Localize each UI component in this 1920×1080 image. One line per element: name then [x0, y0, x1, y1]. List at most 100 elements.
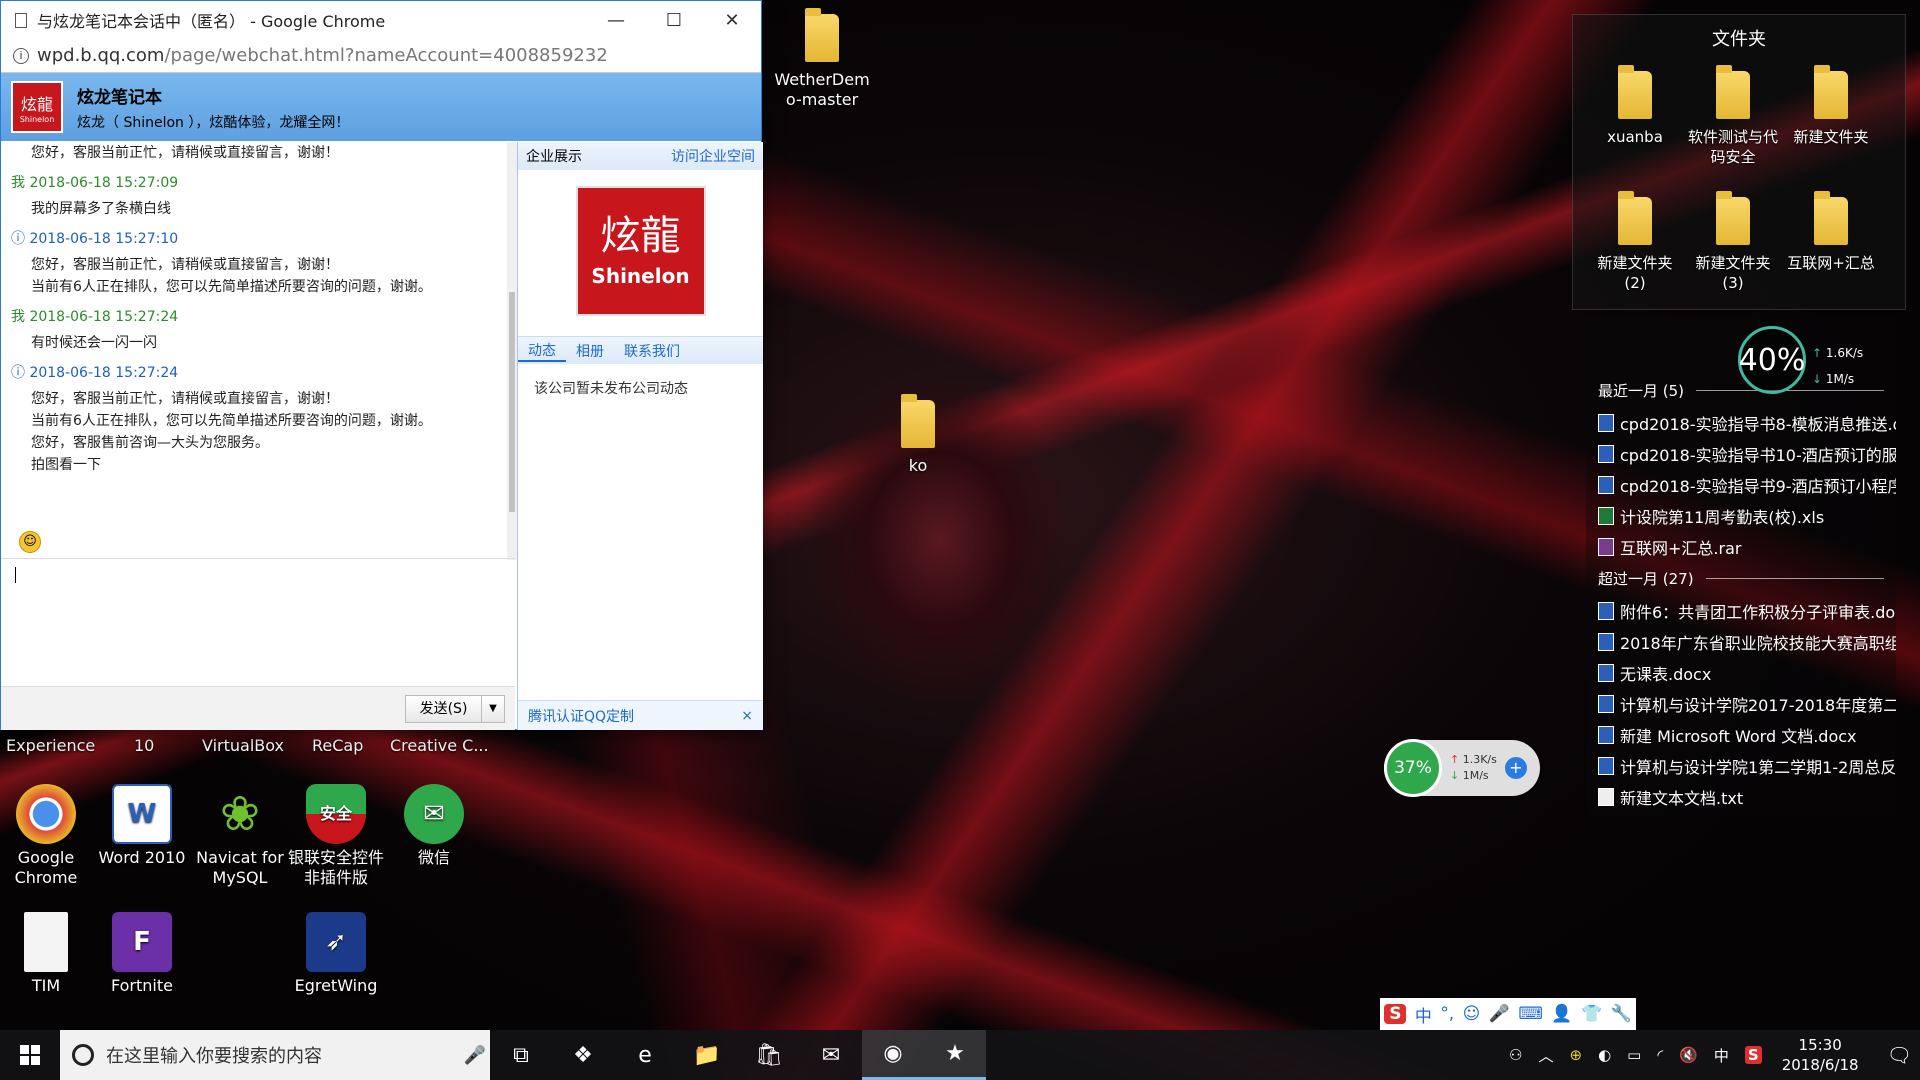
message-text: 拍图看一下 — [31, 457, 101, 473]
chat-scrollbar[interactable] — [507, 142, 517, 560]
vpn-icon[interactable]: ◐ — [1598, 1046, 1611, 1064]
close-button[interactable]: ✕ — [703, 10, 761, 31]
sogou-tray-icon[interactable]: S — [1744, 1046, 1762, 1064]
chrome-window[interactable]: 与炫龙笔记本会话中（匿名） - Google Chrome — ☐ ✕ i wp… — [0, 0, 763, 730]
recent-file-item[interactable]: 附件6：共青团工作积极分子评审表.doc — [1586, 595, 1896, 626]
speed-plus-button[interactable]: + — [1504, 757, 1527, 779]
desktop-icon-fortnite[interactable]: F Fortnite — [94, 912, 190, 996]
chrome-icon — [16, 784, 76, 844]
chevron-down-icon[interactable]: ▼ — [482, 696, 504, 722]
desktop-icon-navicat[interactable]: ❀ Navicat for MySQL — [192, 784, 288, 888]
ime-keyboard-button[interactable]: ⌨ — [1518, 1004, 1543, 1024]
fence-folder[interactable]: 互联网+汇总 — [1783, 191, 1879, 273]
recent-file-name: 附件6：共青团工作积极分子评审表.doc — [1620, 602, 1896, 622]
window-titlebar[interactable]: 与炫龙笔记本会话中（匿名） - Google Chrome — ☐ ✕ — [1, 1, 761, 39]
url-host: wpd.b.qq.com — [37, 45, 165, 66]
doc-file-icon — [1598, 444, 1614, 463]
memory-gauge[interactable]: 40% — [1738, 326, 1806, 394]
speed-widget[interactable]: 37% ↑ 1.3K/s ↓ 1M/s + — [1384, 739, 1540, 797]
sogou-logo-icon[interactable]: S — [1384, 1004, 1407, 1024]
desktop-icon-chrome[interactable]: Google Chrome — [0, 784, 94, 888]
notification-icon[interactable]: 🗨 — [1887, 1043, 1912, 1067]
fence-folder[interactable]: xuanba — [1587, 65, 1683, 147]
wifi-icon[interactable]: ◜ — [1657, 1046, 1663, 1064]
egretwing-icon: ➶ — [306, 912, 366, 972]
battery-icon[interactable]: ▭ — [1627, 1046, 1641, 1064]
chevron-up-icon[interactable]: ︿ — [1538, 1045, 1553, 1066]
clock[interactable]: 15:30 2018/6/18 — [1782, 1035, 1859, 1075]
recent-file-item[interactable]: 计算机与设计学院2017-2018年度第二... — [1586, 688, 1896, 719]
pinwheel-app-icon[interactable]: ❖ — [552, 1030, 614, 1080]
fence-folder[interactable]: 新建文件夹 (3) — [1685, 191, 1781, 293]
ime-lang-button[interactable]: 中 — [1415, 1002, 1432, 1027]
message-header: 我 2018-06-18 15:27:09 — [11, 172, 507, 192]
store-icon[interactable]: 🛍 — [738, 1030, 800, 1080]
folder-icon — [1618, 191, 1652, 245]
send-button[interactable]: 发送(S) ▼ — [405, 695, 505, 723]
input-language[interactable]: 中 — [1714, 1045, 1729, 1066]
tab-album[interactable]: 相册 — [566, 341, 614, 361]
desktop-icon-word[interactable]: W Word 2010 — [94, 784, 190, 868]
ime-toolbar[interactable]: S 中 °, ☺ 🎤 ⌨ 👤 👕 🔧 — [1380, 998, 1636, 1030]
desktop-folder-ko[interactable]: ko — [870, 394, 966, 476]
ime-voice-button[interactable]: 🎤 — [1489, 1004, 1510, 1024]
message-input[interactable] — [1, 558, 515, 686]
divider — [1705, 578, 1884, 579]
recent-file-item[interactable]: cpd2018-实验指导书10-酒店预订的服... — [1586, 438, 1896, 469]
tab-news[interactable]: 动态 — [518, 340, 566, 362]
recent-group-header[interactable]: 超过一月 (27) — [1586, 562, 1896, 595]
close-icon[interactable]: × — [741, 708, 753, 724]
fence-folder[interactable]: 新建文件夹 (2) — [1587, 191, 1683, 293]
desktop-fence[interactable]: 文件夹 xuanba 软件测试与代码安全 新建文件夹 新建文件夹 (2) 新建文… — [1572, 14, 1906, 310]
info-icon[interactable]: i — [13, 47, 29, 64]
desktop-icon-tim[interactable]: TIM — [0, 912, 94, 996]
maximize-button[interactable]: ☐ — [645, 10, 703, 31]
recent-file-item[interactable]: 2018年广东省职业院校技能大赛高职组... — [1586, 626, 1896, 657]
security-icon[interactable]: ⊕ — [1570, 1046, 1583, 1064]
chat-history[interactable]: 您好，客服当前正忙，请稍候或直接留言，谢谢！ 我 2018-06-18 15:27… — [1, 142, 507, 560]
recent-file-item[interactable]: cpd2018-实验指导书9-酒店预订小程序... — [1586, 469, 1896, 500]
ime-user-button[interactable]: 👤 — [1551, 1004, 1572, 1024]
edge-icon[interactable]: e — [614, 1030, 676, 1080]
desktop-folder-wetherdemo[interactable]: WetherDemo-master — [772, 8, 872, 110]
visit-space-link[interactable]: 访问企业空间 — [671, 146, 755, 166]
recent-file-item[interactable]: 计设院第11周考勤表(校).xls — [1586, 500, 1896, 531]
emoji-button[interactable]: ☺ — [19, 531, 41, 553]
qq-custom-link[interactable]: 腾讯认证QQ定制 — [528, 706, 634, 726]
qq-taskbar-icon[interactable]: ★ — [924, 1030, 986, 1080]
ime-punct-button[interactable]: °, — [1440, 1004, 1454, 1024]
file-explorer-icon[interactable]: 📁 — [676, 1030, 738, 1080]
address-bar[interactable]: i wpd.b.qq.com/page/webchat.html?nameAcc… — [1, 39, 761, 73]
company-slogan: 炫龙（ Shinelon ），炫酷体验，龙耀全网！ — [77, 114, 350, 131]
recent-file-item[interactable]: 计算机与设计学院1第二学期1-2周总反... — [1586, 750, 1896, 781]
taskbar-search[interactable]: 在这里输入你要搜索的内容 🎤 — [60, 1030, 490, 1080]
recent-file-item[interactable]: 互联网+汇总.rar — [1586, 531, 1896, 562]
minimize-button[interactable]: — — [587, 10, 645, 31]
message-text: 您好，客服当前正忙，请稍候或直接留言，谢谢！ — [31, 257, 339, 273]
ime-settings-button[interactable]: 🔧 — [1611, 1004, 1632, 1024]
fence-folder[interactable]: 新建文件夹 — [1783, 65, 1879, 147]
send-label[interactable]: 发送(S) — [406, 696, 482, 722]
scrollbar-thumb[interactable] — [509, 292, 515, 512]
ime-skin-button[interactable]: 👕 — [1581, 1004, 1602, 1024]
ime-emoji-button[interactable]: ☺ — [1463, 1004, 1481, 1024]
recent-file-item[interactable]: 新建 Microsoft Word 文档.docx — [1586, 719, 1896, 750]
sidebar-tabs[interactable]: 动态 相册 联系我们 — [518, 336, 763, 364]
recent-file-item[interactable]: 新建文本文档.txt — [1586, 781, 1896, 812]
desktop-icon-wechat[interactable]: ✉ 微信 — [386, 784, 482, 868]
fence-folder[interactable]: 软件测试与代码安全 — [1685, 65, 1781, 167]
microphone-icon[interactable]: 🎤 — [460, 1045, 490, 1066]
chrome-taskbar-icon[interactable]: ◉ — [862, 1030, 924, 1080]
desktop-icon-egretwing[interactable]: ➶ EgretWing — [288, 912, 384, 996]
desktop-icon-unionpay[interactable]: 安全 银联安全控件非插件版 — [288, 784, 384, 888]
people-icon[interactable]: ⚇ — [1509, 1046, 1522, 1064]
task-view-icon[interactable]: ⧉ — [490, 1030, 552, 1080]
recent-file-item[interactable]: cpd2018-实验指导书8-模板消息推送.d — [1586, 407, 1896, 438]
volume-muted-icon[interactable]: 🔇 — [1679, 1046, 1698, 1064]
start-button[interactable] — [0, 1030, 60, 1080]
recent-file-item[interactable]: 无课表.docx — [1586, 657, 1896, 688]
gauge-down: 1M/s — [1825, 372, 1855, 386]
speed-down: 1M/s — [1462, 769, 1489, 782]
mail-app-icon[interactable]: ✉ — [800, 1030, 862, 1080]
tab-contact[interactable]: 联系我们 — [614, 341, 690, 361]
